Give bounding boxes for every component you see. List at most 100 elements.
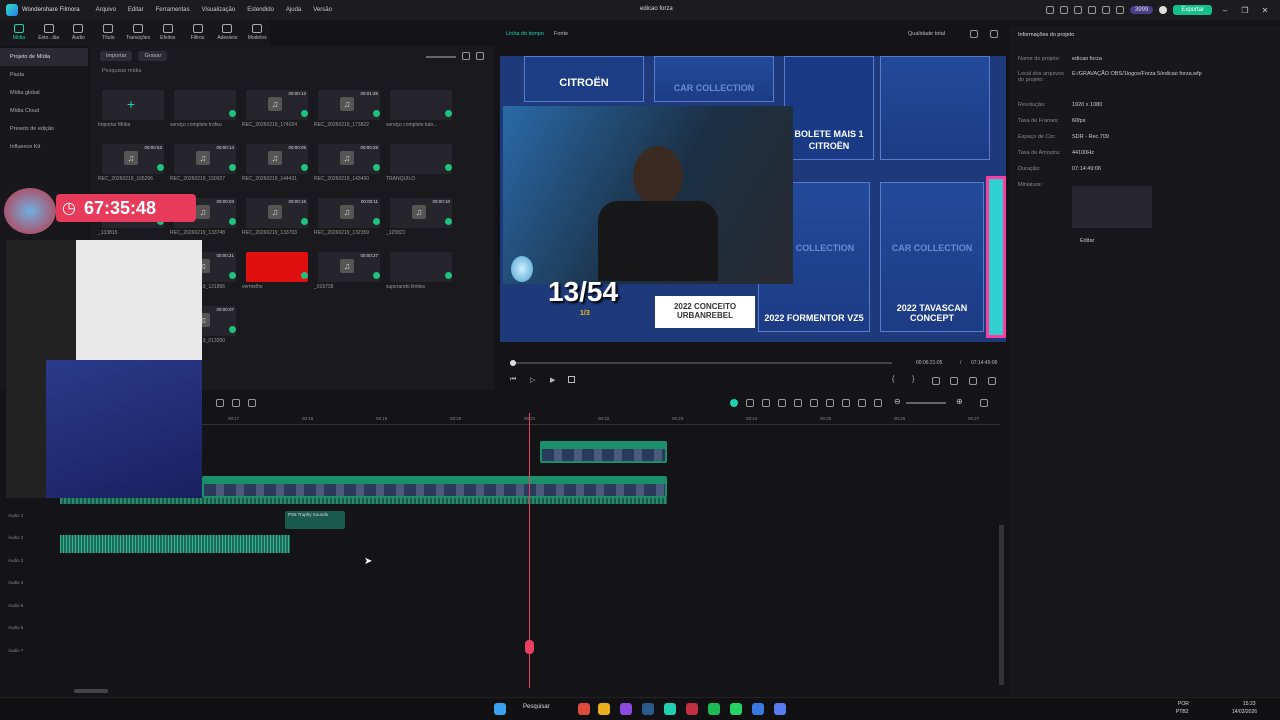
marker-icon[interactable]	[762, 399, 770, 407]
tab-title[interactable]: Título	[95, 20, 121, 46]
quality-dropdown[interactable]: Qualidade total	[908, 31, 945, 37]
obs-icon[interactable]	[620, 703, 632, 715]
import-dropdown[interactable]: Importar	[100, 51, 133, 61]
maximize-icon[interactable]: ❐	[1238, 6, 1252, 15]
spotify-icon[interactable]	[708, 703, 720, 715]
mail-icon[interactable]	[1087, 6, 1096, 14]
scrub-handle[interactable]	[510, 360, 516, 366]
keyboard-layout[interactable]: PTB2	[1176, 709, 1189, 715]
media-item[interactable]: ♫ 00:00:15 REC_20260219_133703	[242, 198, 308, 236]
menu-estendido[interactable]: Estendido	[247, 7, 274, 13]
fullscreen-icon[interactable]	[988, 377, 996, 385]
media-item[interactable]: serviço completo trofeu	[170, 90, 236, 128]
menu-ajuda[interactable]: Ajuda	[286, 7, 301, 13]
menu-arquivo[interactable]: Arquivo	[96, 7, 116, 13]
subtitle-icon[interactable]	[874, 399, 882, 407]
media-item[interactable]: ♫ 00:00:10 _125821	[386, 198, 452, 236]
audio-clip-trophy[interactable]: PS5 Trophy Sounds	[285, 511, 345, 529]
search-input[interactable]: Pesquisar mídia	[102, 68, 141, 74]
play-icon[interactable]: ▶	[550, 376, 555, 384]
timeline-scrollbar[interactable]	[999, 525, 1004, 685]
zoom-icon[interactable]	[932, 377, 940, 385]
tab-stickers[interactable]: Adesivos	[214, 20, 240, 46]
filter-icon[interactable]	[462, 52, 470, 60]
steam-icon[interactable]	[642, 703, 654, 715]
speed-icon[interactable]	[248, 399, 256, 407]
media-item[interactable]: ♫ 00:00:53 REC_20260219_165206	[98, 144, 164, 182]
playhead-handle[interactable]	[525, 640, 534, 654]
layout-icon[interactable]	[1073, 6, 1082, 14]
tab-filters[interactable]: Filtros	[185, 20, 211, 46]
grid-icon[interactable]	[1115, 6, 1124, 14]
tab-source[interactable]: Fonte	[554, 31, 568, 37]
snap-icon[interactable]	[746, 399, 754, 407]
vscode-icon[interactable]	[752, 703, 764, 715]
language-indicator[interactable]: POR	[1178, 701, 1189, 707]
tab-stock[interactable]: Esto...dia	[36, 20, 62, 46]
media-item[interactable]: ♫ 00:00:11 REC_20260219_132359	[314, 198, 380, 236]
detach-icon[interactable]	[858, 399, 866, 407]
mark-out-icon[interactable]: }	[912, 376, 914, 383]
frame-back-icon[interactable]: ▷	[530, 376, 535, 384]
scrub-bar[interactable]	[510, 362, 892, 364]
video-clip-top[interactable]	[540, 441, 667, 463]
tab-templates[interactable]: Modelos	[244, 20, 270, 46]
media-item[interactable]: ♫ 00:00:14 REC_20260219_150927	[170, 144, 236, 182]
whatsapp-icon[interactable]	[730, 703, 742, 715]
shield-icon[interactable]	[810, 399, 818, 407]
media-item[interactable]: ♫ 00:00:13 REC_20260219_174024	[242, 90, 308, 128]
thumbnail-size-slider[interactable]	[426, 56, 456, 58]
edit-thumbnail-button[interactable]: Editar	[1080, 238, 1094, 244]
chrome-icon[interactable]	[686, 703, 698, 715]
tab-transitions[interactable]: Transições	[125, 20, 151, 46]
sidebar-item-global-media[interactable]: Mídia global	[0, 84, 88, 102]
menu-ferramentas[interactable]: Ferramentas	[156, 7, 190, 13]
credits-badge[interactable]: 3999	[1129, 6, 1154, 14]
horizontal-scrollbar[interactable]	[74, 689, 108, 693]
tab-effects[interactable]: Efeitos	[155, 20, 181, 46]
export-button[interactable]: Exportar	[1173, 5, 1212, 15]
snapshot-icon[interactable]	[990, 30, 998, 38]
filmora-icon[interactable]	[664, 703, 676, 715]
camera-icon[interactable]	[950, 377, 958, 385]
menu-versao[interactable]: Versão	[313, 7, 332, 13]
compare-icon[interactable]	[970, 30, 978, 38]
media-item[interactable]: ♫ 00:00:29 REC_20260219_143400	[314, 144, 380, 182]
media-item[interactable]: superando limites	[386, 252, 452, 290]
timeline-ruler[interactable]: 00:17 00:18 00:19 00:20 00:21 00:22 00:2…	[200, 413, 1000, 425]
sidebar-item-influence-kit[interactable]: Influence Kit	[0, 138, 88, 156]
media-item[interactable]: serviço completo tuto...	[386, 90, 452, 128]
stop-icon[interactable]	[568, 376, 575, 383]
audio-clip-2[interactable]	[60, 535, 290, 553]
timeline-zoom-slider[interactable]	[906, 402, 946, 404]
more-icon[interactable]	[476, 52, 484, 60]
zoom-in-icon[interactable]: ⊕	[956, 397, 963, 406]
media-item[interactable]: + Importar Mídia	[98, 90, 164, 128]
tab-media[interactable]: Mídia	[6, 20, 32, 46]
sidebar-item-cloud-media[interactable]: Mídia Cloud	[0, 102, 88, 120]
menu-editar[interactable]: Editar	[128, 7, 144, 13]
volume-icon[interactable]	[969, 377, 977, 385]
sidebar-item-project-media[interactable]: Projeto de Mídia	[0, 48, 88, 66]
avatar[interactable]	[1159, 6, 1168, 14]
download-icon[interactable]	[1101, 6, 1110, 14]
media-item[interactable]: vermelho	[242, 252, 308, 290]
windows-start-icon[interactable]	[494, 703, 506, 715]
record-dropdown[interactable]: Gravar	[138, 51, 168, 61]
folder-icon[interactable]	[598, 703, 610, 715]
gift-icon[interactable]	[1045, 6, 1054, 14]
mark-in-icon[interactable]: {	[892, 376, 894, 383]
media-item[interactable]: ♫ 00:00:27 _015738	[314, 252, 380, 290]
clock-date[interactable]: 14/03/2026	[1232, 709, 1257, 715]
media-item[interactable]: ♫ 00:00:05 REC_20260219_144431	[242, 144, 308, 182]
cloud-icon[interactable]	[1059, 6, 1068, 14]
close-icon[interactable]: ✕	[1258, 6, 1272, 15]
ai-icon[interactable]	[730, 399, 738, 407]
clock-time[interactable]: 15:23	[1243, 701, 1256, 707]
stabilize-icon[interactable]	[794, 399, 802, 407]
taskbar-search[interactable]: Pesquisar	[523, 704, 550, 710]
minimize-icon[interactable]: –	[1218, 6, 1232, 15]
app-icon[interactable]	[774, 703, 786, 715]
render-icon[interactable]	[778, 399, 786, 407]
more-icon[interactable]	[980, 399, 988, 407]
